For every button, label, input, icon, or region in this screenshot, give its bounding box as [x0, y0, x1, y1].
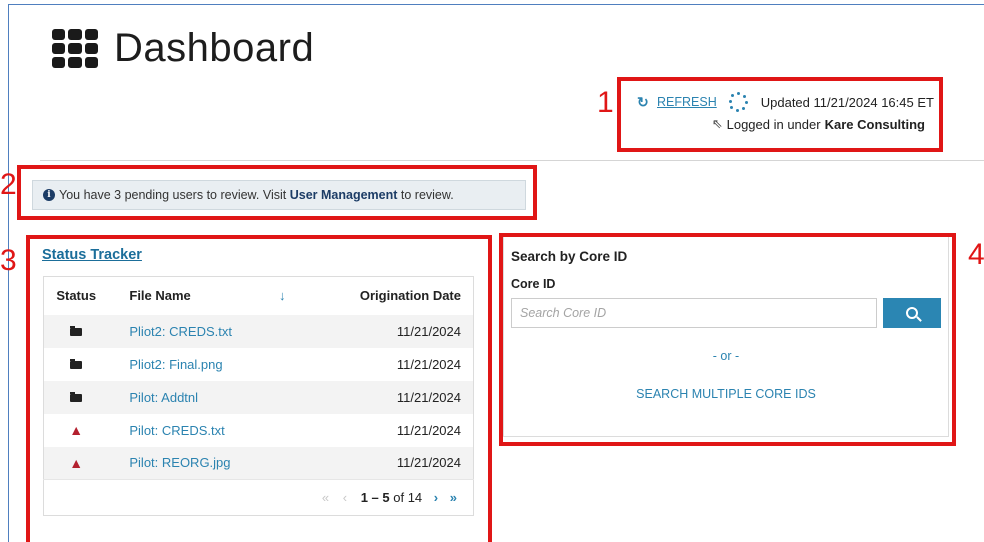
date-cell: 11/21/2024: [312, 413, 474, 447]
core-id-label: Core ID: [511, 277, 556, 291]
alert-suffix-text: to review.: [400, 188, 454, 202]
table-header-row: Status File Name ↓ Origination Date: [44, 277, 474, 315]
refresh-status-panel: ↻ REFRESH Updated 11/21/2024 16:45 ET ⇖ …: [637, 92, 937, 132]
first-page-icon[interactable]: «: [322, 490, 329, 505]
file-link[interactable]: Pilot: CREDS.txt: [129, 423, 224, 438]
date-cell: 11/21/2024: [312, 314, 474, 348]
last-page-icon[interactable]: »: [450, 490, 457, 505]
column-header-origination-date[interactable]: Origination Date: [313, 277, 474, 315]
file-link[interactable]: Pliot2: CREDS.txt: [129, 324, 232, 339]
logged-in-info: ⇖ Logged in under Kare Consulting: [637, 116, 937, 132]
folder-icon: [70, 358, 83, 369]
file-link[interactable]: Pilot: REORG.jpg: [129, 455, 230, 470]
page-range-value: 1 – 5: [360, 490, 390, 505]
warning-icon: ▲: [69, 422, 84, 438]
refresh-icon[interactable]: ↻: [637, 94, 651, 111]
status-tracker-title[interactable]: Status Tracker: [42, 247, 142, 263]
pagination-row: « ‹ 1 – 5 of 14 › »: [43, 479, 474, 516]
table-row: Pliot2: Final.png 11/21/2024: [43, 347, 474, 381]
status-cell: [43, 347, 109, 381]
column-header-file-name[interactable]: File Name: [108, 277, 273, 315]
status-cell: ▲: [43, 446, 109, 480]
folder-icon: [70, 391, 83, 402]
logged-in-label: Logged in under: [726, 116, 821, 132]
page-range: 1 – 5 of 14: [361, 490, 422, 505]
previous-page-icon[interactable]: ‹: [343, 490, 347, 505]
annotation-number-3: 3: [0, 244, 17, 277]
annotation-box-4: [499, 233, 956, 446]
user-management-link[interactable]: User Management: [290, 188, 398, 202]
core-id-search-input[interactable]: [511, 298, 877, 328]
loading-spinner-icon: [728, 92, 749, 112]
date-cell: 11/21/2024: [312, 446, 474, 480]
file-name-cell: Pliot2: Final.png: [108, 347, 273, 381]
search-heading: Search by Core ID: [511, 249, 628, 264]
page-title: Dashboard: [114, 26, 315, 70]
search-button[interactable]: [883, 298, 941, 328]
last-updated-text: Updated 11/21/2024 16:45 ET: [760, 94, 934, 110]
refresh-link[interactable]: REFRESH: [657, 95, 717, 109]
status-cell: ▲: [43, 413, 109, 447]
page-header: Dashboard: [52, 26, 314, 71]
date-cell: 11/21/2024: [312, 347, 474, 381]
annotation-number-4: 4: [968, 238, 984, 271]
status-cell: [43, 314, 109, 348]
file-link[interactable]: Pliot2: Final.png: [129, 357, 222, 372]
pending-users-alert: i You have 3 pending users to review. Vi…: [32, 180, 526, 210]
table-row: Pliot2: CREDS.txt 11/21/2024: [43, 314, 474, 348]
table-row: Pilot: Addtnl 11/21/2024: [43, 380, 474, 414]
table-row: ▲ Pilot: CREDS.txt 11/21/2024: [43, 413, 474, 447]
annotation-number-1: 1: [597, 86, 614, 119]
annotation-number-2: 2: [0, 168, 17, 201]
file-name-cell: Pliot2: CREDS.txt: [108, 314, 273, 348]
column-header-status[interactable]: Status: [44, 277, 109, 315]
table-row: ▲ Pilot: REORG.jpg 11/21/2024: [43, 446, 474, 480]
search-multiple-core-ids-link[interactable]: SEARCH MULTIPLE CORE IDS: [503, 387, 949, 401]
file-name-cell: Pilot: CREDS.txt: [108, 413, 273, 447]
warning-icon: ▲: [69, 454, 84, 471]
status-tracker-table: Status File Name ↓ Origination Date Plio…: [43, 276, 474, 516]
alert-prefix-text: You have 3 pending users to review. Visi…: [59, 188, 287, 202]
folder-icon: [70, 325, 83, 336]
header-divider: [40, 160, 984, 161]
cursor-icon: ⇖: [711, 116, 723, 131]
page-total: of 14: [393, 490, 423, 505]
file-name-cell: Pilot: REORG.jpg: [108, 446, 273, 480]
search-icon: [906, 307, 918, 319]
organization-name: Kare Consulting: [824, 116, 925, 132]
file-link[interactable]: Pilot: Addtnl: [129, 390, 198, 405]
status-cell: [43, 380, 109, 414]
sort-arrow-icon[interactable]: ↓: [273, 277, 313, 315]
info-icon: i: [43, 189, 55, 201]
dashboard-grid-icon: [52, 28, 98, 69]
date-cell: 11/21/2024: [312, 380, 474, 414]
or-separator: - or -: [712, 349, 740, 363]
next-page-icon[interactable]: ›: [434, 490, 438, 505]
frame-border-top: [8, 4, 984, 5]
pagination: « ‹ 1 – 5 of 14 › »: [43, 479, 474, 516]
file-name-cell: Pilot: Addtnl: [108, 380, 273, 414]
